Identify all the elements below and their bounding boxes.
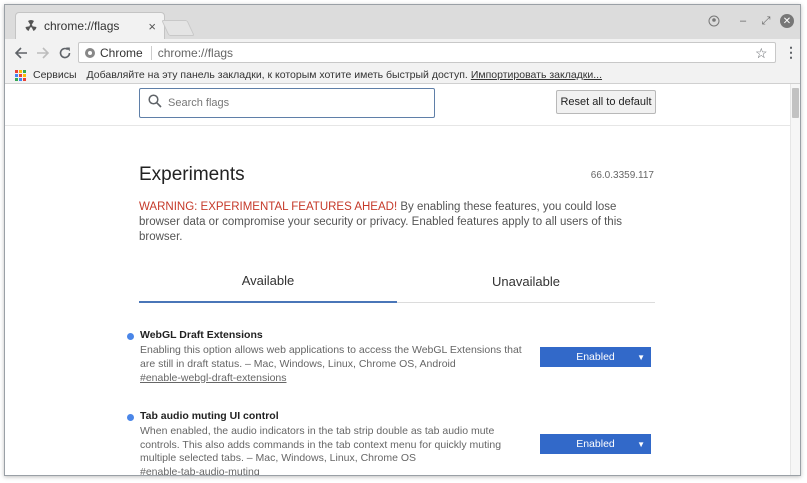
chrome-page-icon [85, 47, 95, 58]
dropdown-arrow-icon: ▼ [637, 439, 645, 449]
experiment-link[interactable]: #enable-tab-audio-muting [140, 466, 260, 475]
apps-grid-icon[interactable] [15, 70, 26, 81]
bookmarks-bar: Сервисы Добавляйте на эту панель закладк… [5, 67, 800, 84]
experiment-description: When enabled, the audio indicators in th… [140, 425, 502, 464]
address-bar[interactable]: Chrome chrome://flags [78, 42, 776, 63]
search-icon [148, 93, 162, 113]
bookmarks-hint: Добавляйте на эту панель закладки, к кот… [86, 69, 468, 81]
flags-tabs: Available Unavailable [139, 260, 655, 303]
tab-title: chrome://flags [44, 19, 120, 33]
experiment-state-select[interactable]: Enabled ▼ [540, 347, 651, 367]
experiment-item: WebGL Draft Extensions Enabling this opt… [125, 329, 665, 385]
close-window-icon[interactable]: ✕ [780, 14, 794, 28]
bookmark-star-icon[interactable]: ☆ [755, 45, 768, 62]
experiment-item: Tab audio muting UI control When enabled… [125, 410, 665, 475]
browser-window: chrome://flags × – ⤢ ✕ Chrome chrome://f… [4, 4, 801, 476]
warning-heading: WARNING: EXPERIMENTAL FEATURES AHEAD! [139, 201, 398, 213]
back-icon[interactable] [11, 43, 31, 63]
page-title: Experiments [139, 164, 245, 185]
tab-close-icon[interactable]: × [148, 19, 156, 34]
maximize-icon[interactable]: ⤢ [759, 14, 773, 28]
experiment-name: WebGL Draft Extensions [140, 329, 263, 341]
url-text: chrome://flags [157, 45, 234, 60]
more-menu-icon[interactable]: ⋮ [784, 44, 798, 61]
experiment-name: Tab audio muting UI control [140, 410, 279, 422]
toolbar: Chrome chrome://flags ☆ ⋮ [5, 39, 800, 67]
tab-available[interactable]: Available [139, 260, 397, 303]
reload-icon[interactable] [55, 43, 75, 63]
version-label: 66.0.3359.117 [590, 170, 654, 181]
status-dot [127, 414, 134, 421]
status-dot [127, 333, 134, 340]
minimize-icon[interactable]: – [736, 14, 750, 28]
select-value: Enabled [576, 438, 615, 450]
experiment-state-select[interactable]: Enabled ▼ [540, 434, 651, 454]
flags-icon [24, 19, 38, 33]
apps-bookmark[interactable]: Сервисы [33, 69, 77, 81]
search-box[interactable] [139, 88, 435, 118]
import-bookmarks-link[interactable]: Импортировать закладки... [471, 69, 602, 81]
tab-unavailable[interactable]: Unavailable [397, 260, 655, 303]
reset-all-button[interactable]: Reset all to default [556, 90, 656, 114]
search-input[interactable] [168, 97, 408, 109]
dropdown-arrow-icon: ▼ [637, 352, 645, 362]
profile-icon[interactable] [707, 14, 721, 28]
scrollbar-thumb[interactable] [792, 88, 799, 118]
page-scrollbar[interactable] [790, 84, 800, 475]
experiment-link[interactable]: #enable-webgl-draft-extensions [140, 372, 287, 384]
forward-icon[interactable] [33, 43, 53, 63]
browser-tab[interactable]: chrome://flags × [15, 12, 165, 39]
warning-text: WARNING: EXPERIMENTAL FEATURES AHEAD! By… [139, 200, 651, 245]
tab-strip: chrome://flags × – ⤢ ✕ [5, 5, 800, 39]
flags-page: Reset all to default Experiments 66.0.33… [5, 84, 792, 475]
omnibox-chip: Chrome [100, 45, 152, 60]
experiment-description: Enabling this option allows web applicat… [140, 344, 522, 370]
flags-header: Reset all to default [5, 84, 792, 126]
new-tab-button[interactable] [161, 20, 195, 36]
select-value: Enabled [576, 351, 615, 363]
